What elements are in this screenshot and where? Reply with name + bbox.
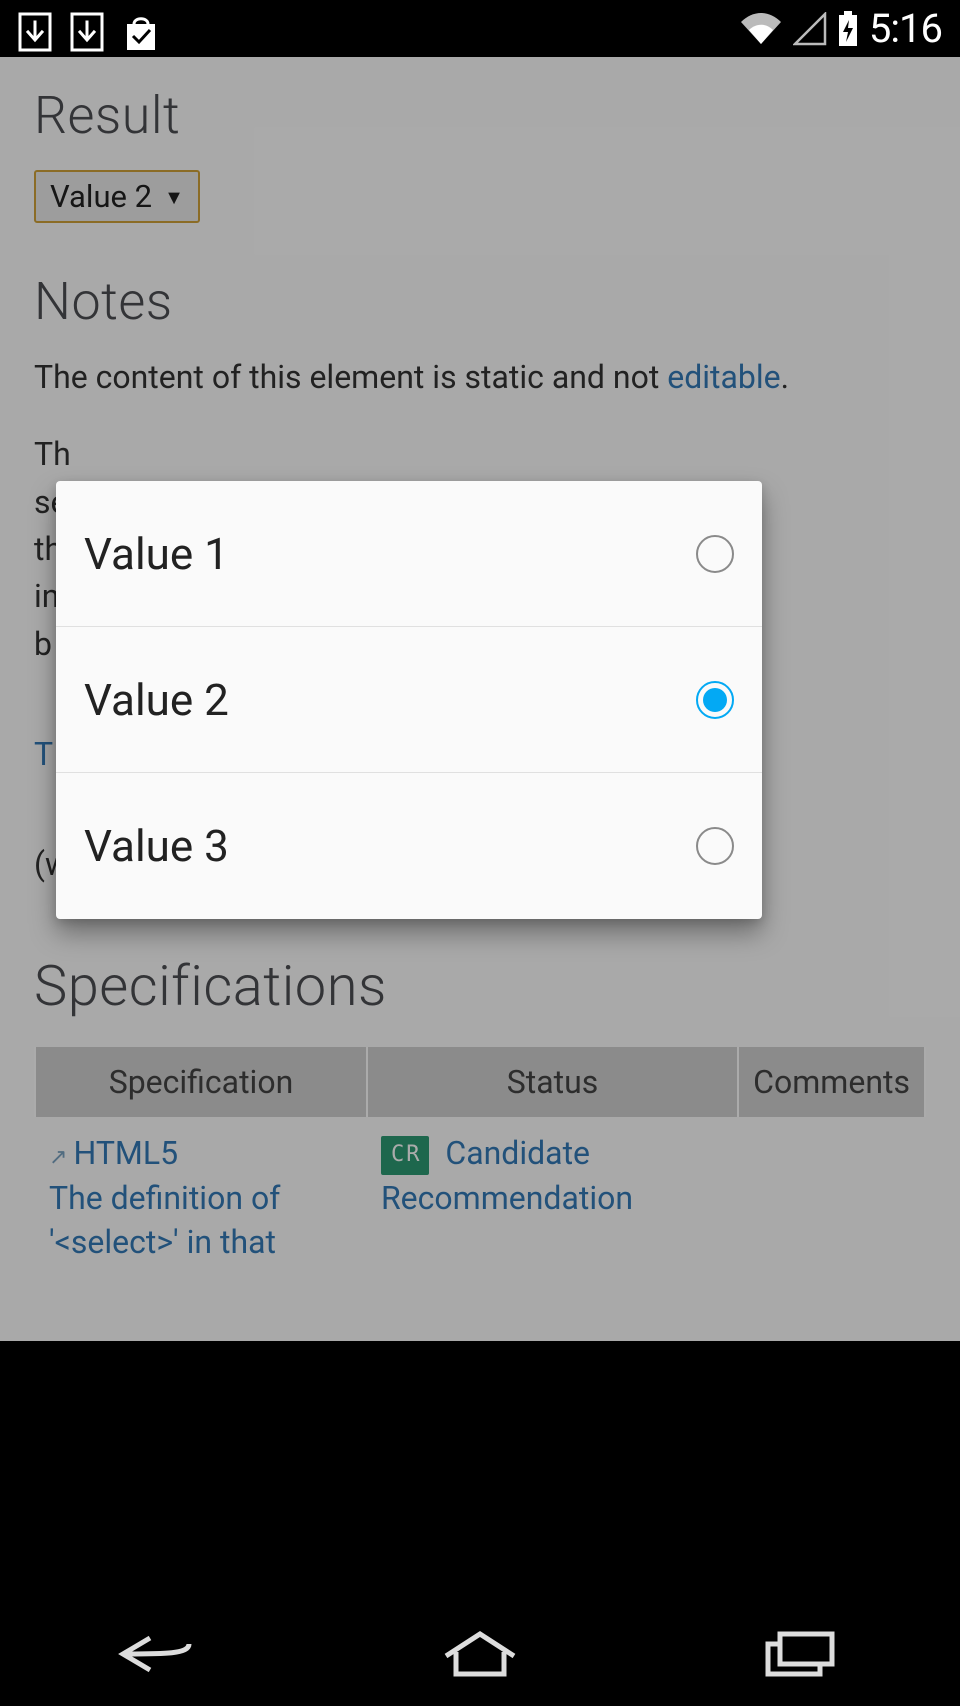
back-button[interactable] <box>105 1624 215 1684</box>
option-label: Value 1 <box>84 528 229 580</box>
option-label: Value 3 <box>84 820 229 872</box>
radio-icon <box>696 827 734 865</box>
radio-icon <box>696 535 734 573</box>
radio-checked-icon <box>696 681 734 719</box>
option-label: Value 2 <box>84 674 229 726</box>
status-bar: 5:16 <box>0 0 960 57</box>
status-time: 5:16 <box>869 5 942 52</box>
navigation-bar <box>0 1598 960 1706</box>
select-dialog: Value 1 Value 2 Value 3 <box>56 481 762 919</box>
recent-apps-button[interactable] <box>745 1624 855 1684</box>
shopping-bag-check-icon <box>122 12 160 52</box>
download-icon <box>18 12 52 52</box>
battery-charging-icon <box>837 10 859 48</box>
wifi-icon <box>739 12 783 46</box>
option-value-1[interactable]: Value 1 <box>56 481 762 627</box>
home-button[interactable] <box>425 1624 535 1684</box>
option-value-3[interactable]: Value 3 <box>56 773 762 919</box>
option-value-2[interactable]: Value 2 <box>56 627 762 773</box>
download-icon <box>70 12 104 52</box>
cell-signal-icon <box>793 12 827 46</box>
